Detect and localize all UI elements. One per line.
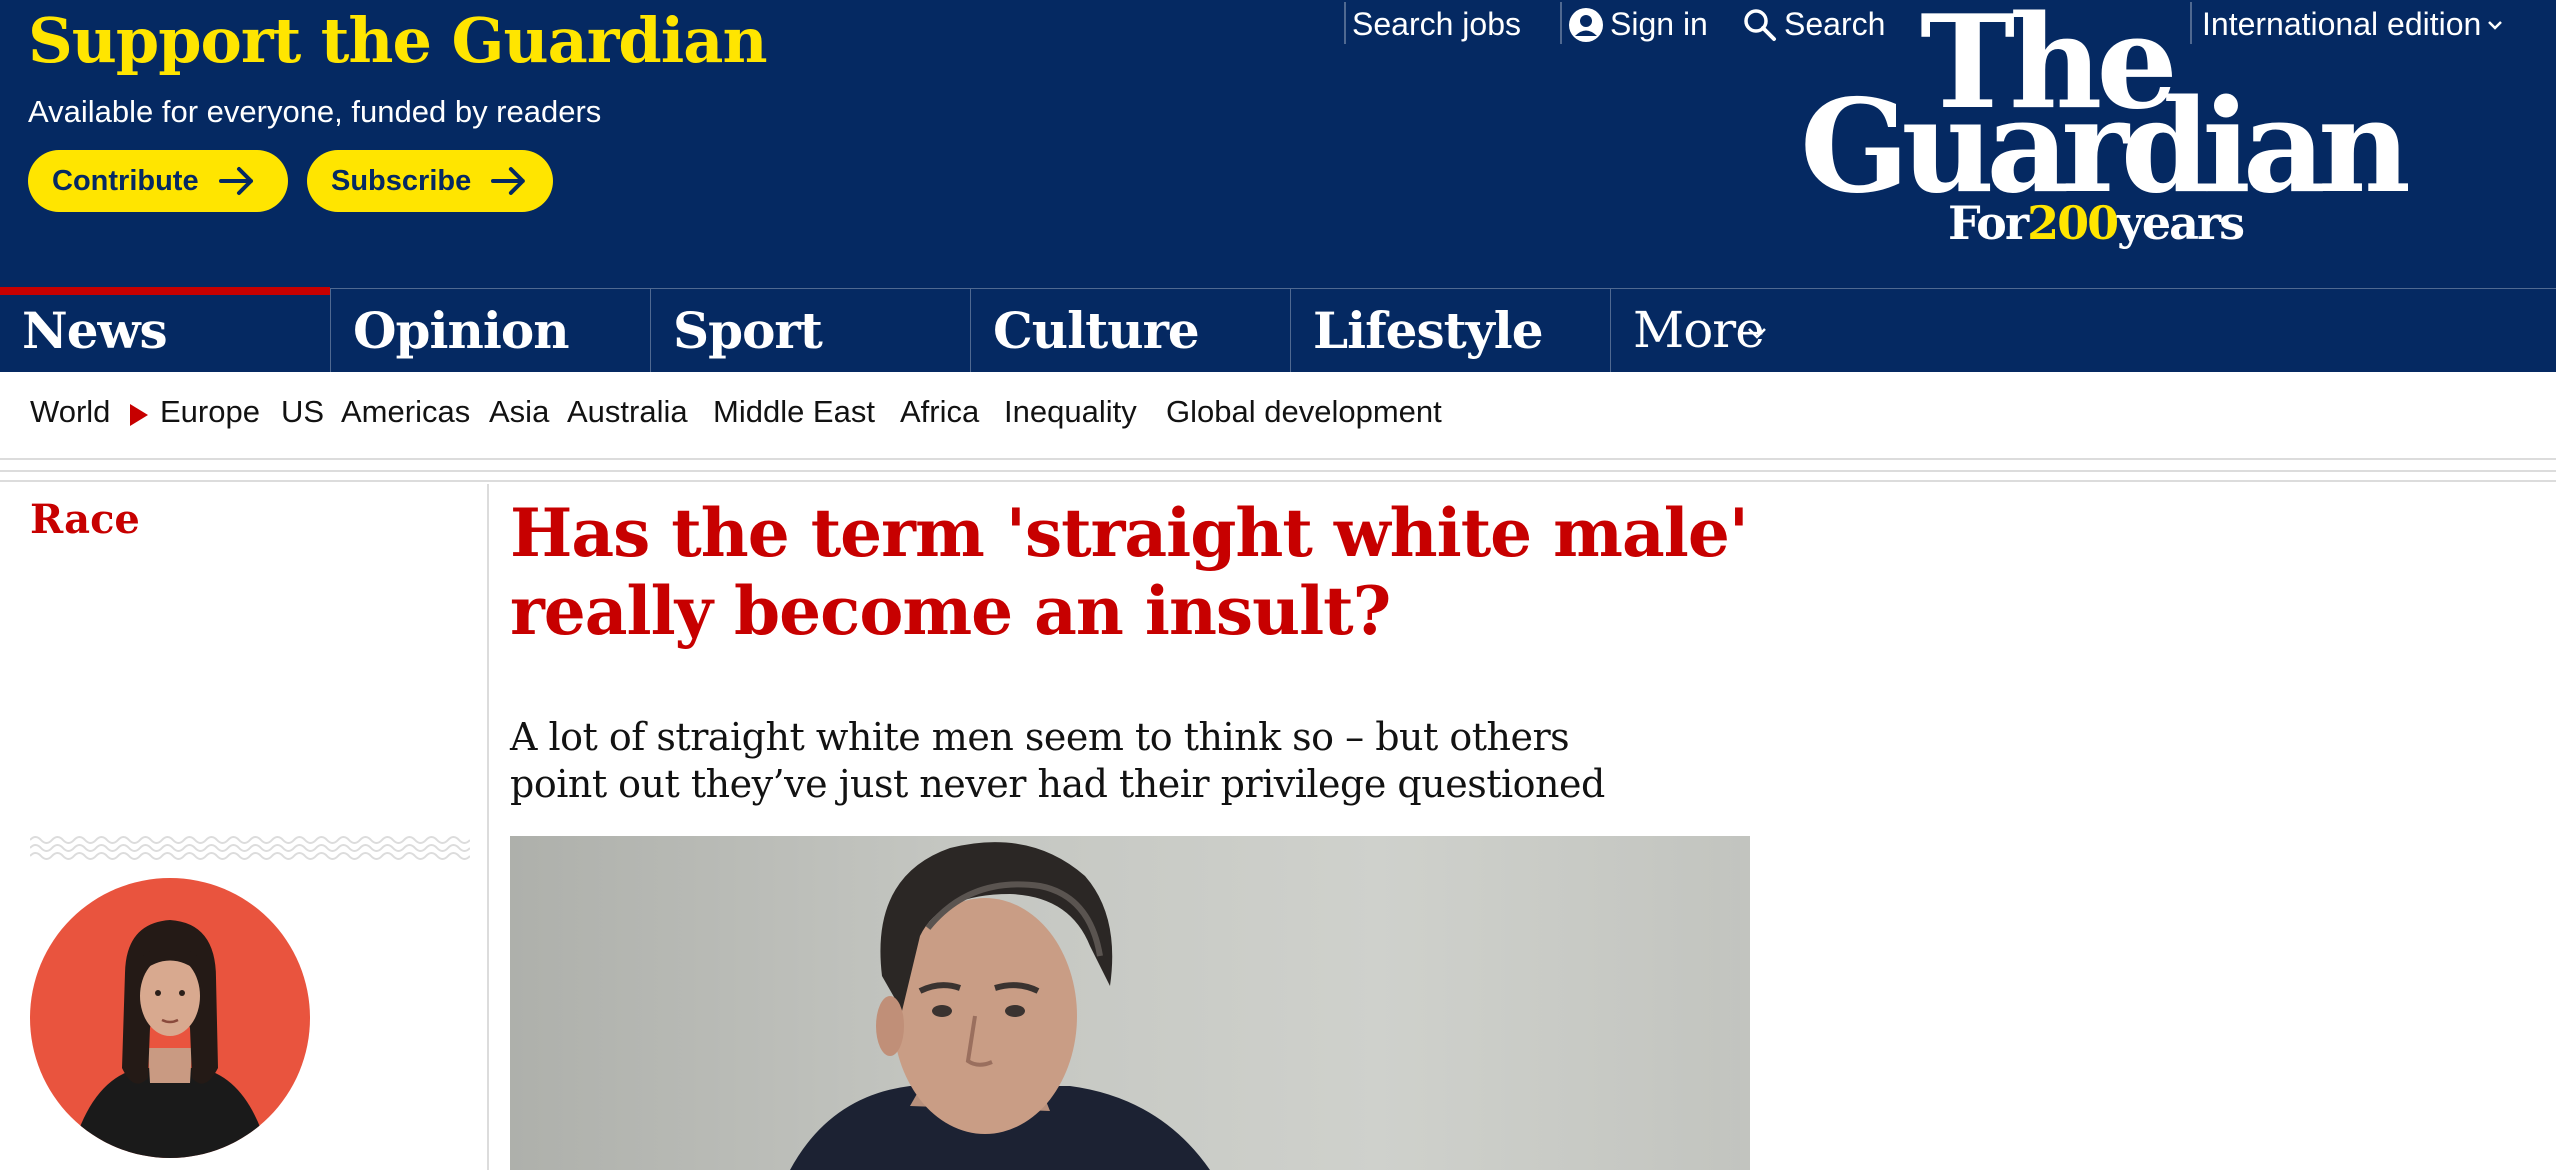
article-main-image[interactable] (510, 836, 1750, 1170)
nav-item-news[interactable]: News (0, 287, 330, 373)
top-divider (1560, 2, 1562, 44)
support-banner: Support the Guardian Available for every… (0, 0, 2556, 288)
nav-item-culture[interactable]: Culture (970, 289, 1290, 373)
triangle-right-icon (130, 404, 148, 426)
double-rule-divider (0, 470, 2556, 482)
subscribe-button[interactable]: Subscribe (307, 150, 553, 212)
subnav-item-americas[interactable]: Americas (341, 394, 470, 430)
nav-item-sport[interactable]: Sport (650, 289, 970, 373)
subnav-item-middle-east[interactable]: Middle East (713, 394, 875, 430)
subnav-item-world[interactable]: World (30, 394, 110, 430)
subnav-item-europe[interactable]: Europe (160, 394, 260, 430)
squiggle-divider (30, 836, 470, 860)
subnav-item-inequality[interactable]: Inequality (1004, 394, 1137, 430)
search-jobs-link[interactable]: Search jobs (1352, 6, 1521, 43)
column-divider (487, 484, 489, 1170)
logo-years: years (2117, 196, 2245, 250)
arrow-right-icon (218, 167, 253, 195)
nav-label: News (22, 301, 168, 360)
subnav-item-us[interactable]: US (281, 394, 324, 430)
sign-in-label: Sign in (1610, 6, 1708, 42)
top-divider (1344, 2, 1346, 44)
support-subtitle: Available for everyone, funded by reader… (28, 94, 602, 129)
nav-label: Sport (673, 301, 823, 360)
subnav-item-asia[interactable]: Asia (489, 394, 549, 430)
logo-for-200-years: For200years (1948, 196, 2245, 250)
contribute-button[interactable]: Contribute (28, 150, 288, 212)
guardian-logo[interactable]: The Guardian For200years (1800, 0, 2411, 256)
subnav-item-australia[interactable]: Australia (567, 394, 688, 430)
author-portrait-image (70, 920, 270, 1158)
author-avatar[interactable] (30, 878, 310, 1158)
user-icon (1569, 7, 1603, 42)
search-jobs-label: Search jobs (1352, 6, 1521, 42)
chevron-down-icon (2488, 20, 2503, 30)
logo-for: For (1948, 196, 2029, 250)
nav-item-lifestyle[interactable]: Lifestyle (1290, 289, 1610, 373)
nav-item-opinion[interactable]: Opinion (330, 289, 650, 373)
section-label[interactable]: Race (30, 496, 140, 543)
nav-label: Lifestyle (1313, 301, 1544, 360)
subscribe-label: Subscribe (331, 164, 472, 197)
nav-label: Opinion (353, 301, 570, 360)
sub-nav: World Europe US Americas Asia Australia … (0, 372, 2556, 460)
subnav-item-africa[interactable]: Africa (900, 394, 979, 430)
logo-200: 200 (2027, 196, 2119, 250)
man-portrait-image (790, 842, 1210, 1170)
article-standfirst: A lot of straight white men seem to thin… (510, 715, 1605, 806)
contribute-label: Contribute (52, 164, 199, 197)
support-title: Support the Guardian (28, 4, 768, 77)
main-nav: News Opinion Sport Culture Lifestyle Mor… (0, 287, 2556, 373)
sign-in-link[interactable]: Sign in (1568, 6, 1708, 43)
nav-label: Culture (993, 301, 1200, 360)
article-headline: Has the term 'straight white male' reall… (510, 494, 1749, 650)
subnav-item-global-development[interactable]: Global development (1166, 394, 1442, 430)
arrow-right-icon (491, 167, 526, 195)
chevron-down-icon (1748, 328, 1766, 339)
search-icon (1744, 8, 1776, 41)
nav-item-more[interactable]: More (1610, 289, 1930, 373)
